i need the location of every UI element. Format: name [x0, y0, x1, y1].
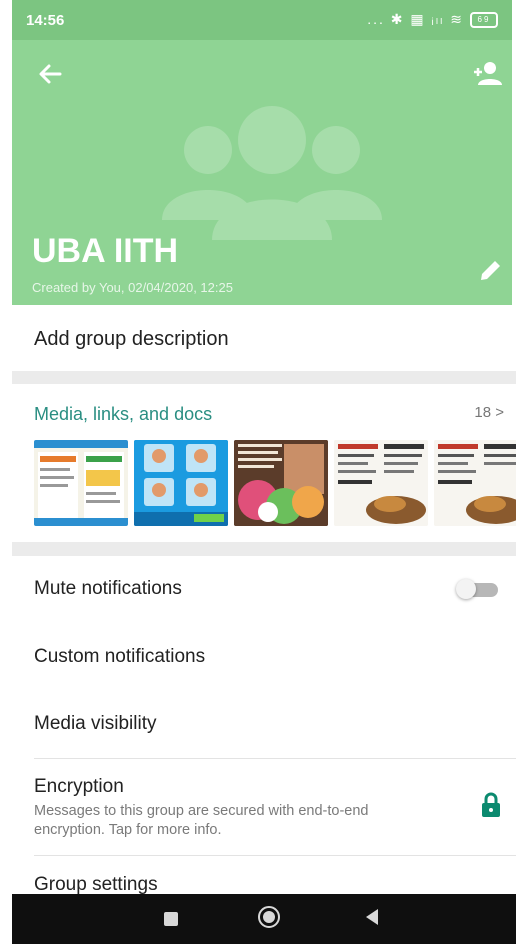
poster-image: [434, 440, 516, 526]
group-created-info: Created by You, 02/04/2020, 12:25: [32, 280, 233, 295]
custom-notifications-label: Custom notifications: [34, 646, 206, 667]
group-settings-label: Group settings: [34, 874, 158, 895]
back-button[interactable]: [34, 58, 66, 90]
battery-icon: 69: [470, 11, 498, 28]
media-thumbnail[interactable]: [334, 440, 428, 526]
section-divider: [12, 371, 516, 384]
media-thumbnail[interactable]: [134, 440, 228, 526]
status-time: 14:56: [26, 12, 65, 29]
media-count[interactable]: 18 >: [474, 404, 504, 421]
custom-notifications-row[interactable]: Custom notifications: [12, 624, 516, 690]
toggle-knob: [456, 579, 476, 599]
add-description-row[interactable]: Add group description: [12, 305, 516, 371]
recent-apps-icon[interactable]: [164, 912, 178, 926]
row-divider: [34, 758, 516, 759]
status-icons: ... ✱ ▦ ᵢₗₗ ≋ 69: [367, 11, 498, 28]
poster-image: [134, 440, 228, 526]
person-add-icon: [474, 62, 502, 85]
group-info-screen: 14:56 ... ✱ ▦ ᵢₗₗ ≋ 69 UBA IITH Created …: [0, 0, 516, 944]
back-triangle-icon[interactable]: [366, 909, 378, 925]
group-header: 14:56 ... ✱ ▦ ᵢₗₗ ≋ 69 UBA IITH Created …: [12, 0, 512, 305]
home-icon[interactable]: [258, 906, 280, 928]
section-divider: [12, 542, 516, 556]
media-visibility-label: Media visibility: [34, 713, 157, 734]
media-title[interactable]: Media, links, and docs: [34, 404, 212, 425]
group-settings-row[interactable]: Group settings: [12, 856, 516, 896]
poster-image: [34, 440, 128, 526]
mute-toggle[interactable]: [456, 579, 500, 599]
media-thumbnails: [34, 440, 516, 526]
frame-edge-left: [0, 0, 12, 944]
status-indicators: ... ✱ ▦ ᵢₗₗ ≋: [367, 11, 464, 27]
media-visibility-row[interactable]: Media visibility: [12, 691, 516, 757]
group-name: UBA IITH: [32, 232, 179, 270]
mute-notifications-row[interactable]: Mute notifications: [12, 556, 516, 622]
mute-notifications-label: Mute notifications: [34, 578, 182, 599]
poster-image: [334, 440, 428, 526]
pencil-icon: [481, 261, 500, 280]
arrow-left-icon: [39, 64, 62, 84]
status-bar: 14:56 ... ✱ ▦ ᵢₗₗ ≋ 69: [12, 0, 512, 40]
encryption-title: Encryption: [34, 776, 124, 797]
group-avatar-icon: [162, 106, 382, 240]
navigation-bar: [12, 894, 516, 944]
media-thumbnail[interactable]: [434, 440, 516, 526]
encryption-description: Messages to this group are secured with …: [34, 803, 369, 838]
add-description-label: Add group description: [34, 328, 229, 350]
encryption-row[interactable]: Encryption Messages to this group are se…: [12, 762, 516, 854]
lock-icon: [482, 792, 500, 817]
media-section: Media, links, and docs 18 >: [12, 384, 516, 542]
poster-image: [234, 440, 328, 526]
edit-group-name-button[interactable]: [474, 255, 506, 287]
media-thumbnail[interactable]: [34, 440, 128, 526]
home-icon-dot: [263, 911, 275, 923]
media-thumbnail[interactable]: [234, 440, 328, 526]
add-participant-button[interactable]: [468, 58, 504, 90]
